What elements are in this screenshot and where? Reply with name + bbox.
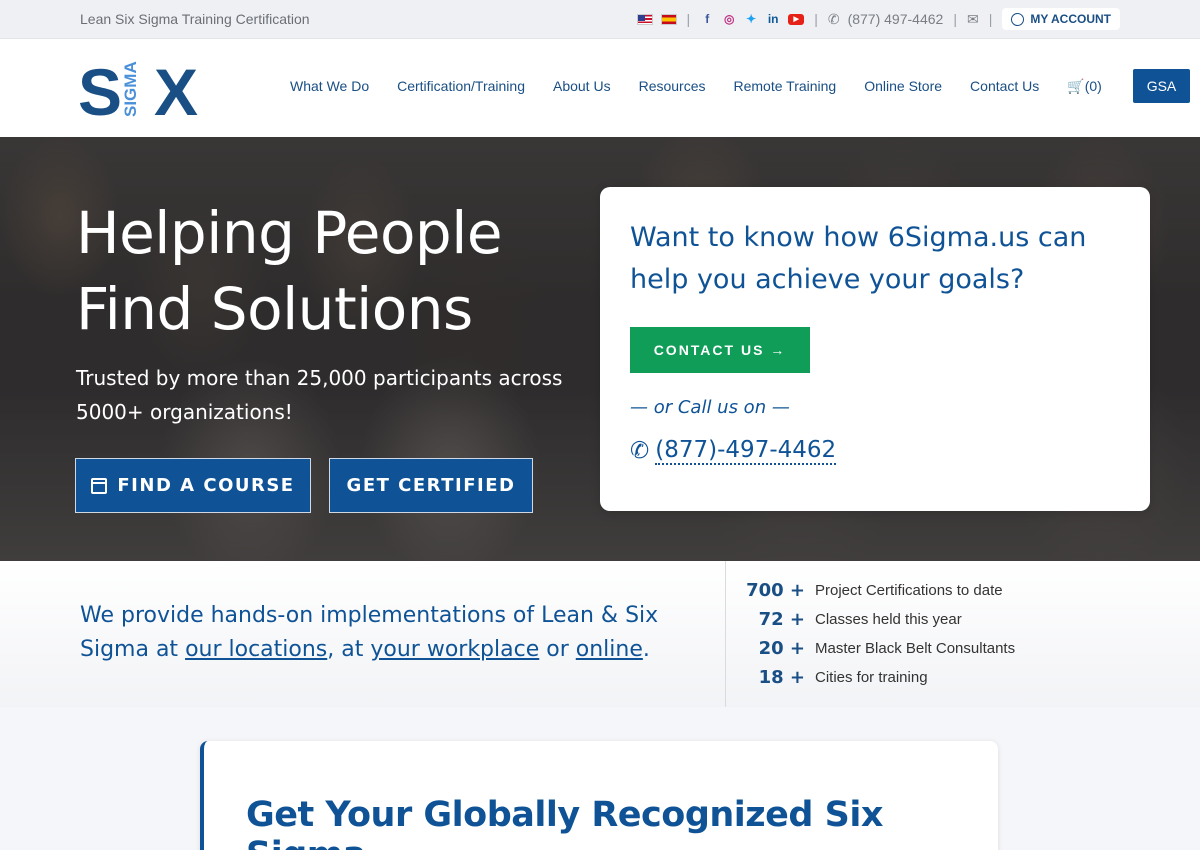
calendar-icon bbox=[91, 477, 108, 494]
contact-us-button[interactable]: CONTACT US → bbox=[630, 327, 810, 373]
site-tagline: Lean Six Sigma Training Certification bbox=[80, 11, 310, 27]
nav-remote-training[interactable]: Remote Training bbox=[734, 69, 837, 103]
or-call-text: — or Call us on — bbox=[630, 397, 790, 418]
stat-item: 72 + Classes held this year bbox=[745, 605, 1015, 634]
main-header: S X SIGMA What We Do Certification/Train… bbox=[0, 39, 1200, 137]
hero-title-line1: Helping People bbox=[76, 199, 503, 267]
contact-phone-link[interactable]: ✆ (877)-497-4462 bbox=[630, 437, 837, 465]
my-account-button[interactable]: MY ACCOUNT bbox=[1002, 8, 1120, 30]
phone-icon: ✆ bbox=[630, 438, 650, 464]
hero-title-line2: Find Solutions bbox=[76, 275, 473, 343]
stats-band: We provide hands-on implementations of L… bbox=[0, 561, 1200, 707]
linkedin-icon[interactable]: in bbox=[766, 12, 780, 26]
top-phone-number[interactable]: (877) 497-4462 bbox=[848, 11, 944, 27]
lead-sep1: , at bbox=[327, 637, 371, 662]
nav-certification-training[interactable]: Certification/Training bbox=[397, 69, 525, 103]
separator: | bbox=[814, 11, 818, 27]
es-flag-icon[interactable] bbox=[660, 13, 677, 25]
find-a-course-label: FIND A COURSE bbox=[117, 475, 295, 496]
cart-link[interactable]: 🛒(0) bbox=[1067, 69, 1102, 103]
separator: | bbox=[686, 11, 691, 27]
online-link[interactable]: online bbox=[576, 637, 643, 662]
hero-title: Helping People Find Solutions bbox=[76, 195, 596, 347]
phone-icon: ✆ bbox=[827, 10, 840, 27]
cart-count: (0) bbox=[1084, 78, 1102, 94]
services-lead: We provide hands-on implementations of L… bbox=[80, 599, 680, 667]
my-account-label: MY ACCOUNT bbox=[1030, 12, 1111, 26]
stat-label: Project Certifications to date bbox=[815, 582, 1003, 599]
logo-s: S bbox=[78, 55, 122, 119]
main-nav: What We Do Certification/Training About … bbox=[290, 69, 1102, 103]
stats-list: 700 + Project Certifications to date 72 … bbox=[745, 576, 1015, 692]
stat-label: Cities for training bbox=[815, 669, 928, 686]
facebook-icon[interactable]: f bbox=[700, 12, 714, 26]
stat-value: 72 + bbox=[758, 609, 805, 630]
gsa-button[interactable]: GSA bbox=[1133, 69, 1190, 103]
logo-x: X bbox=[154, 55, 198, 119]
top-bar: Lean Six Sigma Training Certification | … bbox=[0, 0, 1200, 39]
stat-value: 18 + bbox=[758, 667, 805, 688]
find-a-course-button[interactable]: FIND A COURSE bbox=[75, 458, 311, 513]
stat-item: 18 + Cities for training bbox=[745, 663, 1015, 692]
nav-about-us[interactable]: About Us bbox=[553, 69, 611, 103]
envelope-icon[interactable]: ✉ bbox=[967, 11, 979, 28]
contact-phone-number: (877)-497-4462 bbox=[655, 437, 837, 465]
twitter-icon[interactable]: ✦ bbox=[744, 12, 758, 26]
get-certified-button[interactable]: GET CERTIFIED bbox=[329, 458, 533, 513]
stat-value: 20 + bbox=[758, 638, 805, 659]
stat-label: Classes held this year bbox=[815, 611, 962, 628]
nav-contact-us[interactable]: Contact Us bbox=[970, 69, 1039, 103]
six-sigma-logo[interactable]: S X SIGMA bbox=[78, 55, 200, 119]
instagram-icon[interactable]: ◎ bbox=[722, 12, 736, 26]
contact-card: Want to know how 6Sigma.us can help you … bbox=[600, 187, 1150, 511]
your-workplace-link[interactable]: your workplace bbox=[370, 637, 539, 662]
separator: | bbox=[953, 11, 957, 27]
contact-question: Want to know how 6Sigma.us can help you … bbox=[630, 222, 1087, 295]
logo-sigma: SIGMA bbox=[121, 61, 140, 117]
lead-sep2: or bbox=[539, 637, 576, 662]
stat-item: 20 + Master Black Belt Consultants bbox=[745, 634, 1016, 663]
nav-online-store[interactable]: Online Store bbox=[864, 69, 942, 103]
our-locations-link[interactable]: our locations bbox=[185, 637, 327, 662]
hero-subtitle: Trusted by more than 25,000 participants… bbox=[76, 366, 563, 424]
cart-icon: 🛒 bbox=[1067, 78, 1085, 94]
lead-end: . bbox=[642, 637, 650, 662]
get-certified-label: GET CERTIFIED bbox=[346, 475, 516, 496]
stat-value: 700 + bbox=[746, 580, 805, 601]
certification-card: Get Your Globally Recognized Six Sigma bbox=[200, 741, 998, 850]
user-icon bbox=[1011, 12, 1025, 26]
stat-item: 700 + Project Certifications to date bbox=[745, 576, 1015, 605]
youtube-icon[interactable]: ▶ bbox=[788, 13, 805, 25]
us-flag-icon[interactable] bbox=[636, 13, 653, 25]
vertical-divider bbox=[725, 561, 726, 707]
hero-section: Helping People Find Solutions Trusted by… bbox=[0, 137, 1200, 561]
top-bar-utilities: | f ◎ ✦ in ▶ | ✆ (877) 497-4462 | ✉ | MY… bbox=[636, 6, 1120, 32]
separator: | bbox=[988, 11, 993, 27]
nav-what-we-do[interactable]: What We Do bbox=[290, 69, 369, 103]
nav-resources[interactable]: Resources bbox=[639, 69, 706, 103]
stat-label: Master Black Belt Consultants bbox=[815, 640, 1016, 657]
certification-heading: Get Your Globally Recognized Six Sigma bbox=[246, 795, 883, 850]
